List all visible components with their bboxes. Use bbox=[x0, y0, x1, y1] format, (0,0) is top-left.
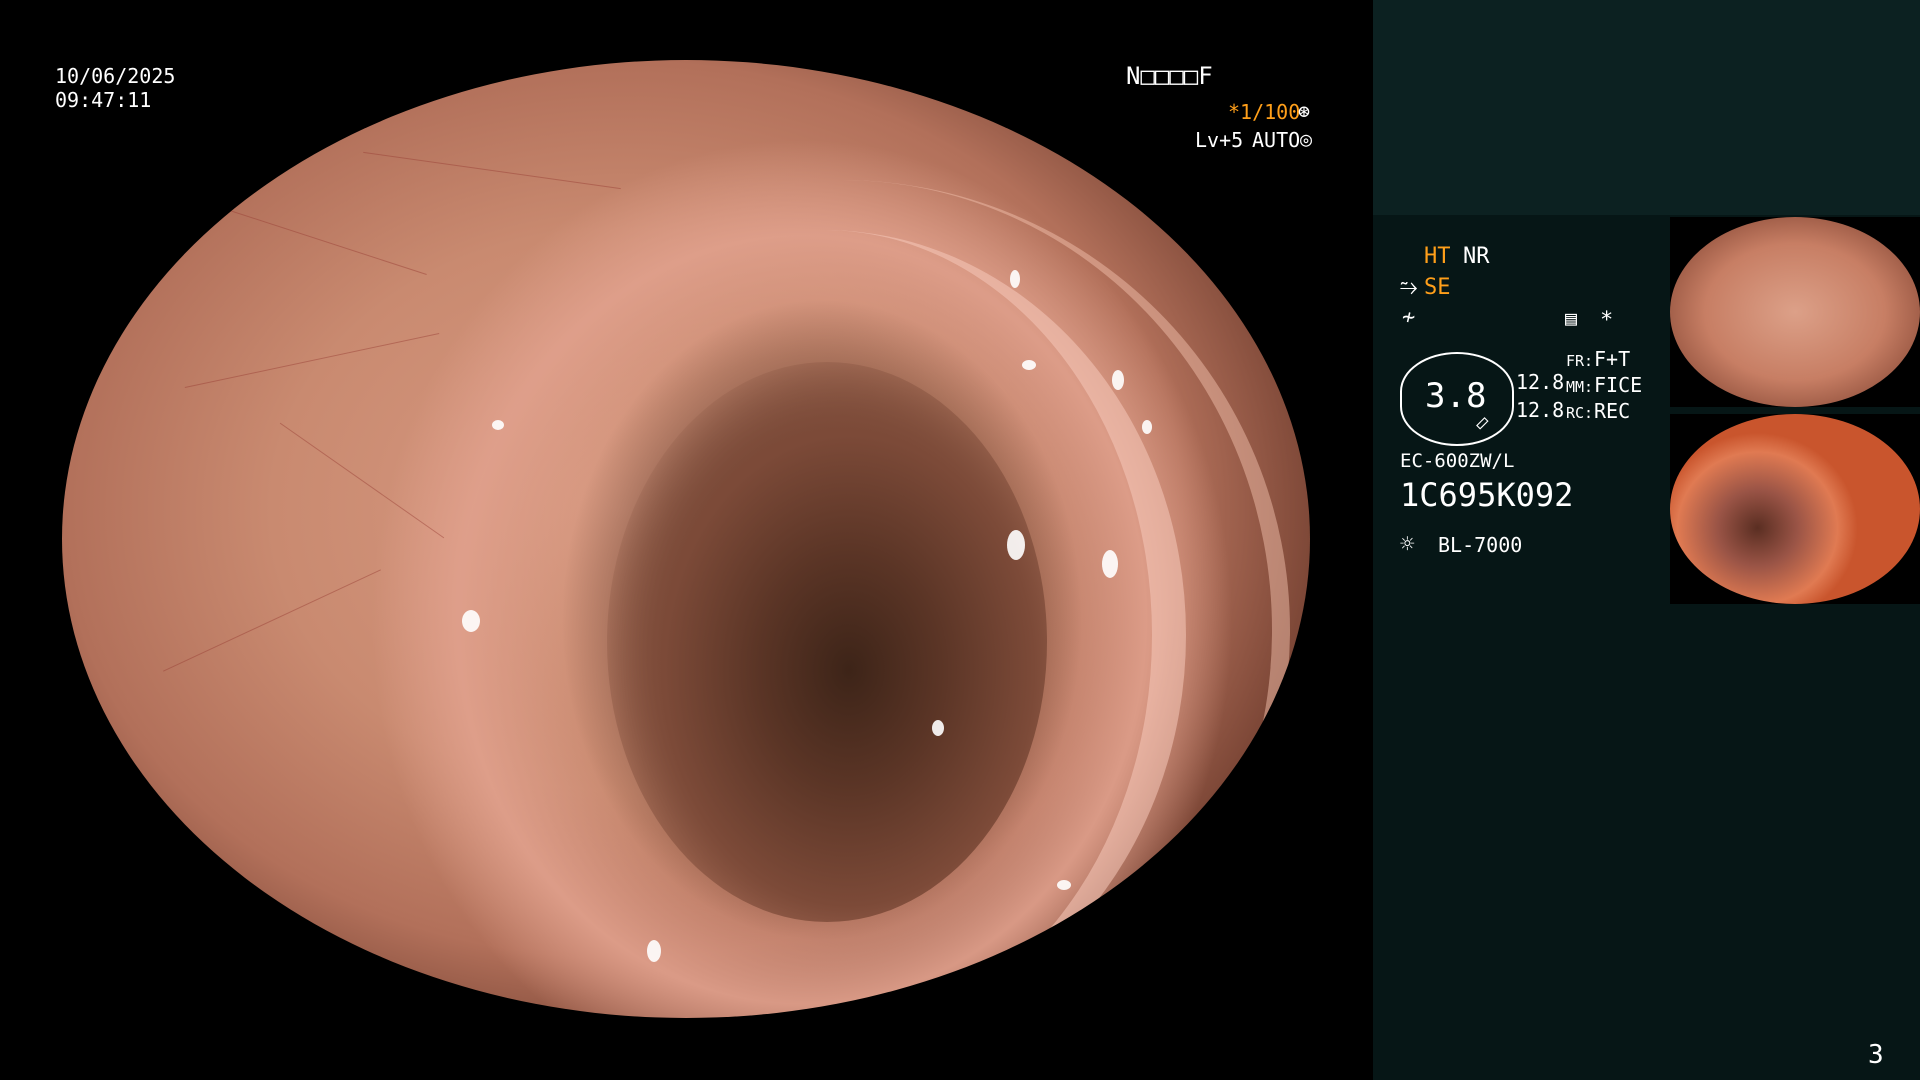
mm-value: FICE bbox=[1594, 373, 1643, 397]
reflection bbox=[1010, 270, 1020, 288]
vessel bbox=[163, 569, 381, 672]
reflection bbox=[932, 720, 944, 736]
structure-enhance-icon: ⥲ bbox=[1400, 275, 1418, 300]
image-mask-bottom bbox=[0, 1018, 1373, 1080]
image-mask-top bbox=[0, 0, 1373, 60]
shutter-icon: ⊛ bbox=[1298, 99, 1311, 123]
fr-label: FR: bbox=[1566, 352, 1594, 370]
vessel bbox=[363, 151, 621, 190]
scope-model: EC-600ZW/L bbox=[1400, 450, 1515, 472]
iris-mode: AUTO bbox=[1252, 128, 1301, 152]
fice-icon: ≁ bbox=[1402, 305, 1416, 330]
reflection bbox=[1112, 370, 1124, 390]
bowel-lumen bbox=[607, 362, 1047, 922]
reflection bbox=[492, 420, 504, 430]
memory-icon: ▤ bbox=[1565, 306, 1578, 330]
thumbnail-1[interactable] bbox=[1670, 217, 1920, 407]
reflection bbox=[462, 610, 480, 632]
thumbnail-1-image bbox=[1670, 217, 1920, 407]
scope-serial: 1C695K092 bbox=[1400, 476, 1574, 514]
vessel bbox=[184, 332, 440, 389]
reflection bbox=[1022, 360, 1036, 370]
ht-indicator: HT bbox=[1424, 244, 1451, 269]
thumbnail-2-image bbox=[1670, 414, 1920, 604]
light-source: BL-7000 bbox=[1438, 533, 1523, 557]
vessel bbox=[217, 206, 427, 275]
light-source-icon: ☼ bbox=[1400, 530, 1415, 558]
brightness-level: Lv+5 bbox=[1195, 128, 1244, 152]
fr-value: F+T bbox=[1594, 347, 1631, 371]
mm-label: MM: bbox=[1566, 378, 1594, 396]
reflection bbox=[1102, 550, 1118, 578]
se-indicator: SE bbox=[1424, 275, 1451, 300]
reflection bbox=[647, 940, 661, 962]
value-1: 12.8 bbox=[1516, 370, 1565, 394]
endoscopic-image bbox=[62, 60, 1310, 1018]
rc-label: RC: bbox=[1566, 404, 1594, 422]
exam-date: 10/06/2025 bbox=[55, 64, 176, 88]
exam-time: 09:47:11 bbox=[55, 88, 152, 112]
reflection bbox=[1057, 880, 1071, 890]
iris-icon: ◎ bbox=[1300, 127, 1313, 151]
side-panel-header bbox=[1373, 0, 1920, 215]
rc-value: REC bbox=[1594, 399, 1631, 423]
value-2: 12.8 bbox=[1516, 398, 1565, 422]
nr-indicator: NR bbox=[1463, 244, 1490, 269]
patient-code: N□□□□F bbox=[1126, 62, 1213, 90]
thumbnail-2[interactable] bbox=[1670, 414, 1920, 604]
asterisk-indicator: * bbox=[1600, 308, 1614, 333]
reflection bbox=[1007, 530, 1025, 560]
page-number: 3 bbox=[1868, 1040, 1884, 1070]
shutter-speed: *1/100 bbox=[1228, 100, 1301, 124]
endoscopy-main-view: 10/06/2025 09:47:11 N□□□□F *1/100 ⊛ Lv+5… bbox=[0, 0, 1373, 1080]
reflection bbox=[1142, 420, 1152, 434]
